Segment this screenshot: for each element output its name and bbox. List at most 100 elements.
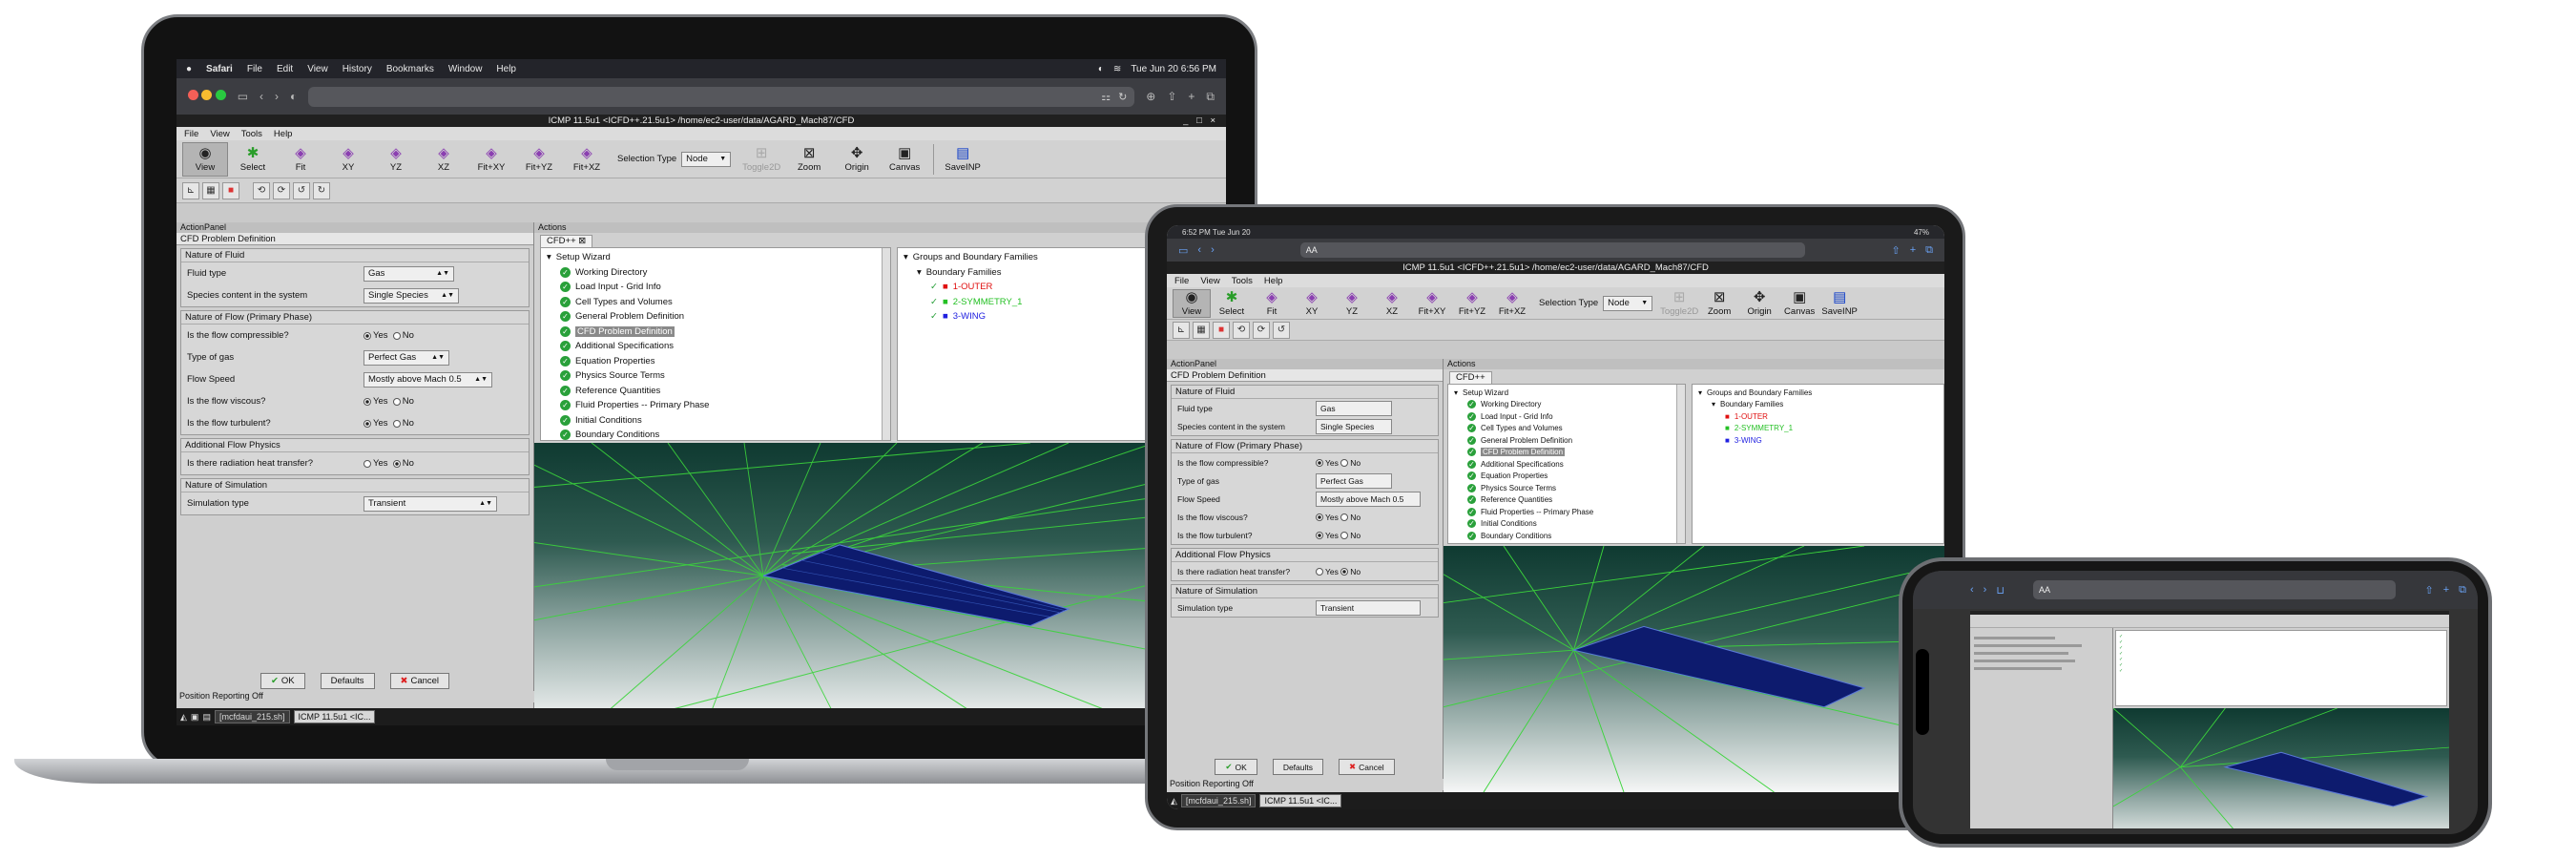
rotate-z-icon[interactable]: ↺ [1273,321,1290,339]
new-tab-icon[interactable]: + [1188,90,1195,103]
saveinp-button[interactable]: ▤ SaveINP [940,142,986,177]
rotate-free-icon[interactable]: ↻ [313,181,330,199]
radiation-no-radio[interactable] [1340,567,1349,576]
wizard-step[interactable]: ✓ Initial Conditions [1454,518,1679,531]
wizard-scrollbar[interactable] [882,248,890,440]
xz-button[interactable]: ◈ XZ [1373,289,1411,318]
zoom-button[interactable]: ⊠ Zoom [1700,289,1738,318]
groups-root[interactable]: ▾ Groups and Boundary Families [1698,387,1938,399]
zoom-button[interactable]: ⊠ Zoom [786,142,832,177]
wizard-step[interactable]: ✓ Cell Types and Volumes [1454,423,1679,435]
flow-speed-select[interactable]: Mostly above Mach 0.5 ▲▼ [364,371,492,388]
menu-view[interactable]: View [307,64,328,74]
species-select[interactable]: Single Species ▲▼ [364,287,459,304]
menu-window[interactable]: Window [448,64,483,74]
wizard-step[interactable]: ✓ Fluid Properties -- Primary Phase [547,398,884,413]
turbulent-no-radio[interactable] [1340,531,1349,539]
terminal-icon[interactable]: ▤ [202,712,211,723]
select-button[interactable]: ✱ Select [230,142,276,177]
radiation-no-radio[interactable] [392,459,401,468]
wizard-step[interactable]: ✓ Boundary Conditions [547,428,884,440]
app-menu-help[interactable]: Help [274,129,293,139]
compressible-yes-radio[interactable] [364,331,371,340]
wizard-step[interactable]: ✓ Load Input - Grid Info [547,280,884,295]
ok-button[interactable]: ✔ OK [260,673,305,689]
wizard-scrollbar[interactable] [1676,385,1685,543]
fit-xz-button[interactable]: ◈ Fit+XZ [564,142,610,177]
wizard-step[interactable]: ✓ Reference Quantities [1454,494,1679,507]
cancel-button[interactable]: ✖ Cancel [1339,759,1395,775]
menu-history[interactable]: History [343,64,372,74]
visible-check-icon[interactable]: ✓ [930,311,938,322]
viscous-no-radio[interactable] [1340,513,1349,521]
selection-type-select[interactable]: Node ▼ [1603,295,1653,311]
files-icon[interactable]: ▣ [191,712,199,723]
start-menu-icon[interactable]: ◭ [180,712,187,723]
xy-button[interactable]: ◈ XY [325,142,371,177]
wizard-step-selected[interactable]: ✓ CFD Problem Definition [1454,447,1679,459]
radiation-yes-radio[interactable] [364,459,371,468]
toggle2d-button[interactable]: ⊞ Toggle2D [738,142,784,177]
download-icon[interactable]: ⊕ [1146,90,1155,103]
xz-button[interactable]: ◈ XZ [421,142,467,177]
compressible-no-radio[interactable] [392,331,401,340]
app-menu-tools[interactable]: Tools [1232,276,1253,286]
yz-button[interactable]: ◈ YZ [1333,289,1371,318]
wizard-step-selected[interactable]: ✓ CFD Problem Definition [547,325,884,340]
wizard-step[interactable]: ✓ General Problem Definition [547,309,884,325]
3d-viewport[interactable] [1444,546,1944,792]
start-menu-icon[interactable]: ◭ [1171,796,1177,807]
apple-icon[interactable]: ● [186,64,192,74]
cancel-button[interactable]: ✖ Cancel [389,673,450,689]
fit-xy-button[interactable]: ◈ Fit+XY [468,142,514,177]
fit-yz-button[interactable]: ◈ Fit+YZ [516,142,562,177]
back-icon[interactable]: ‹ [1970,584,1974,596]
rotate-y-icon[interactable]: ⟳ [1253,321,1270,339]
view-button[interactable]: ◉ View [182,141,228,177]
bookmarks-icon[interactable]: ⊔ [1996,584,2005,597]
simulation-type-select[interactable]: Transient [1316,599,1421,616]
view-button[interactable]: ◉ View [1173,288,1211,318]
forward-icon[interactable]: › [1984,584,1987,596]
menu-bookmarks[interactable]: Bookmarks [386,64,434,74]
app-menu-file[interactable]: File [184,129,198,139]
forward-icon[interactable]: › [1211,244,1215,256]
wizard-root[interactable]: ▾ Setup Wizard [547,250,884,265]
gas-type-select[interactable]: Perfect Gas ▲▼ [364,349,449,366]
wizard-step[interactable]: ✓ Physics Source Terms [547,368,884,384]
axis-icon[interactable]: ⊾ [182,181,199,199]
flow-speed-select[interactable]: Mostly above Mach 0.5 [1316,491,1421,507]
ok-button[interactable]: ✔ OK [1215,759,1257,775]
family-item[interactable]: ■ 2-SYMMETRY_1 [1698,423,1938,435]
share-icon[interactable]: ⇧ [1891,244,1900,257]
rotate-x-icon[interactable]: ⟲ [1233,321,1250,339]
phone-app-view[interactable]: ✓ ✓ ✓ ✓ ✓ ✓ ✓ [1970,611,2449,828]
wizard-step[interactable]: ✓ Equation Properties [1454,471,1679,483]
wizard-step[interactable]: ✓ Additional Specifications [547,339,884,354]
menu-edit[interactable]: Edit [277,64,293,74]
simulation-type-select[interactable]: Transient ▲▼ [364,495,497,512]
fit-xy-button[interactable]: ◈ Fit+XY [1413,289,1451,318]
app-menu-help[interactable]: Help [1264,276,1283,286]
canvas-button[interactable]: ▣ Canvas [1780,289,1818,318]
tabs-overview-icon[interactable]: ⧉ [1925,244,1933,257]
turbulent-yes-radio[interactable] [364,419,371,428]
fluid-type-select[interactable]: Gas [1316,400,1392,416]
selection-type-select[interactable]: Node ▼ [681,151,732,167]
turbulent-no-radio[interactable] [392,419,401,428]
sidebar-icon[interactable]: ▭ [238,90,248,103]
wizard-step[interactable]: ✓ Initial Conditions [547,413,884,429]
axis-icon[interactable]: ⊾ [1173,321,1190,339]
palette-icon[interactable]: ■ [222,181,239,199]
wizard-step[interactable]: ✓ Physics Source Terms [1454,482,1679,494]
wifi-icon[interactable]: ≋ [1113,64,1121,74]
grid-icon[interactable]: ▦ [202,181,219,199]
wizard-step[interactable]: ✓ Equation Properties [547,354,884,369]
wizard-step[interactable]: ✓ Working Directory [547,265,884,281]
back-icon[interactable]: ‹ [260,90,263,103]
wizard-step[interactable]: ✓ General Problem Definition [1454,434,1679,447]
taskbar-item-icmp[interactable]: ICMP 11.5u1 <IC... [293,710,376,723]
fit-button[interactable]: ◈ Fit [1253,289,1291,318]
species-select[interactable]: Single Species [1316,418,1392,434]
turbulent-yes-radio[interactable] [1316,531,1323,539]
